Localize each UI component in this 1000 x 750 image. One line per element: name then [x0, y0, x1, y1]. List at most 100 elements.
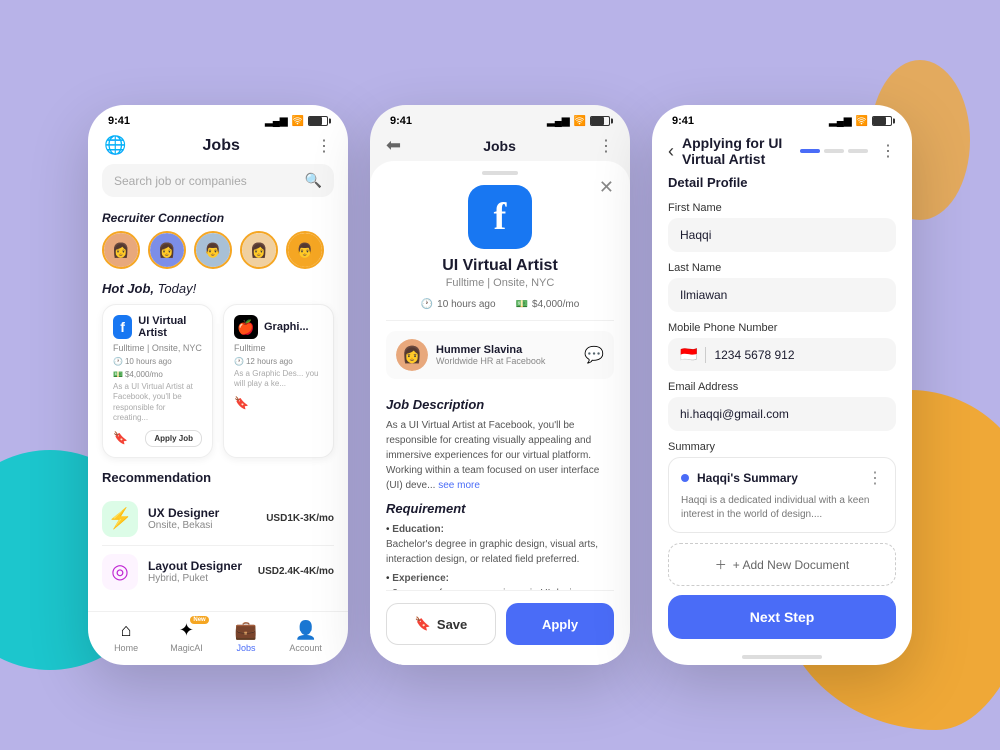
job-actions-2: 🔖 — [234, 396, 323, 410]
summary-dot — [681, 474, 689, 482]
detail-profile-title: Detail Profile — [668, 175, 896, 190]
nav-jobs-label: Jobs — [237, 643, 256, 653]
battery-icon-3 — [872, 116, 892, 126]
see-more-link[interactable]: see more — [438, 480, 480, 491]
modal-meta-row: 🕐 10 hours ago 💵 $4,000/mo — [386, 299, 614, 321]
application-form-scroll: Detail Profile First Name Last Name Mobi… — [652, 175, 912, 587]
recruiter-avatar-4[interactable]: 👩 — [240, 231, 278, 269]
apply-job-button-1[interactable]: Apply Job — [145, 430, 202, 447]
battery-icon-2 — [590, 116, 610, 126]
last-name-input[interactable] — [668, 278, 896, 312]
bookmark-icon-2[interactable]: 🔖 — [234, 396, 249, 410]
nav-magicai[interactable]: ✦ New MagicAI — [170, 620, 203, 653]
bookmark-icon-1[interactable]: 🔖 — [113, 431, 128, 445]
rec-info-2: Layout Designer Hybrid, Puket — [148, 559, 248, 584]
modal-job-sub: Fulltime | Onsite, NYC — [386, 277, 614, 289]
recruiter-section-label: Recruiter Connection — [88, 207, 348, 231]
search-icon[interactable]: 🔍 — [305, 172, 322, 189]
education-text: Bachelor's degree in graphic design, vis… — [386, 537, 614, 567]
rec-item-2[interactable]: ◎ Layout Designer Hybrid, Puket USD2.4K-… — [88, 546, 348, 598]
modal-time: 🕐 10 hours ago — [421, 299, 496, 310]
job-description-title: Job Description — [386, 397, 614, 412]
phone3-title: Applying for UI Virtual Artist — [682, 135, 784, 167]
nav-account-label: Account — [289, 643, 322, 653]
nav-magicai-label: MagicAI — [170, 643, 203, 653]
recruiter-info-modal: Hummer Slavina Worldwide HR at Facebook — [436, 344, 545, 366]
home-icon: ⌂ — [121, 620, 132, 641]
experience-label: Experience: — [386, 571, 614, 586]
email-label: Email Address — [668, 381, 896, 393]
first-name-input[interactable] — [668, 218, 896, 252]
recruiter-avatar-2[interactable]: 👩 — [148, 231, 186, 269]
job-actions-1: 🔖 Apply Job — [113, 430, 202, 447]
recruiter-avatar-5[interactable]: 👨 — [286, 231, 324, 269]
recruiter-row2: 👩 Hummer Slavina Worldwide HR at Faceboo… — [386, 331, 614, 379]
back-circle-icon[interactable]: ⬅ — [386, 135, 401, 156]
more-options-icon-3[interactable]: ⋮ — [880, 141, 896, 161]
email-input[interactable] — [668, 397, 896, 431]
nav-home-label: Home — [114, 643, 138, 653]
status-time-3: 9:41 — [672, 115, 694, 127]
job-time-1: 🕐10 hours ago — [113, 357, 172, 366]
job-card-sub-1: Fulltime | Onsite, NYC — [113, 343, 202, 353]
job-card-2[interactable]: 🍎 Graphi... Fulltime 🕐12 hours ago As a … — [223, 304, 334, 458]
last-name-label: Last Name — [668, 262, 896, 274]
job-time-2: 🕐12 hours ago — [234, 357, 293, 366]
step-dot-1 — [800, 149, 820, 153]
signal-icon-3: ▂▄▆ — [829, 116, 851, 127]
step-dot-3 — [848, 149, 868, 153]
phone-input-row[interactable]: 🇮🇩 — [668, 338, 896, 371]
recruiter-avatar-1[interactable]: 👩 — [102, 231, 140, 269]
globe-icon[interactable]: 🌐 — [104, 135, 126, 156]
phone1-header: 🌐 Jobs ⋮ — [88, 131, 348, 164]
summary-title: Haqqi's Summary — [697, 471, 859, 485]
rec-icon-1: ⚡ — [102, 501, 138, 537]
summary-card: Haqqi's Summary ⋮ Haqqi is a dedicated i… — [668, 457, 896, 533]
chat-icon-modal[interactable]: 💬 — [584, 345, 604, 365]
summary-text: Haqqi is a dedicated individual with a k… — [681, 494, 883, 522]
phone3-header: ‹ Applying for UI Virtual Artist ⋮ — [652, 131, 912, 175]
more-options-icon-2[interactable]: ⋮ — [598, 136, 614, 156]
first-name-label: First Name — [668, 202, 896, 214]
recruiter-row: 👩 👩 👨 👩 👨 — [88, 231, 348, 279]
job-card-title-2: Graphi... — [264, 321, 309, 333]
add-document-button[interactable]: ＋ + Add New Document — [668, 543, 896, 586]
job-salary-1: 💵$4,000/mo — [113, 370, 163, 379]
modal-job-title: UI Virtual Artist — [386, 257, 614, 275]
recommendation-label: Recommendation — [88, 468, 348, 493]
wifi-icon-1: 🛜 — [292, 116, 304, 127]
search-bar[interactable]: Search job or companies 🔍 — [102, 164, 334, 197]
nav-account[interactable]: 👤 Account — [289, 620, 322, 653]
requirement-title: Requirement — [386, 501, 614, 516]
next-step-button[interactable]: Next Step — [668, 595, 896, 639]
save-button[interactable]: 🔖 Save — [386, 603, 496, 645]
job-logo-apple: 🍎 — [234, 315, 258, 339]
rec-item-1[interactable]: ⚡ UX Designer Onsite, Bekasi USD1K-3K/mo — [88, 493, 348, 545]
modal-actions: 🔖 Save Apply — [386, 590, 614, 665]
modal-scroll-content: Job Description As a UI Virtual Artist a… — [386, 389, 614, 590]
status-bar-2: 9:41 ▂▄▆ 🛜 — [370, 105, 630, 131]
nav-jobs[interactable]: 💼 Jobs — [235, 620, 257, 653]
modal-close-button[interactable]: ✕ — [599, 177, 614, 198]
modal-handle — [482, 171, 518, 175]
step-indicators — [800, 149, 868, 153]
phone1-title: Jobs — [203, 137, 240, 155]
battery-icon-1 — [308, 116, 328, 126]
job-card-sub-2: Fulltime — [234, 343, 323, 353]
job-card-1[interactable]: f UI Virtual Artist Fulltime | Onsite, N… — [102, 304, 213, 458]
recruiter-avatar-3[interactable]: 👨 — [194, 231, 232, 269]
more-options-icon[interactable]: ⋮ — [316, 136, 332, 156]
phone-divider — [705, 347, 706, 363]
money-icon-modal: 💵 — [516, 299, 528, 310]
wifi-icon-3: 🛜 — [856, 116, 868, 127]
status-time-2: 9:41 — [390, 115, 412, 127]
summary-more-icon[interactable]: ⋮ — [867, 468, 883, 488]
education-label: Education: — [386, 522, 614, 537]
back-button[interactable]: ‹ — [668, 141, 674, 162]
nav-home[interactable]: ⌂ Home — [114, 620, 138, 653]
jobs-icon: 💼 — [235, 620, 257, 641]
phone-label: Mobile Phone Number — [668, 322, 896, 334]
apply-button[interactable]: Apply — [506, 603, 614, 645]
phone-number-input[interactable] — [714, 348, 884, 362]
status-bar-1: 9:41 ▂▄▆ 🛜 — [88, 105, 348, 131]
